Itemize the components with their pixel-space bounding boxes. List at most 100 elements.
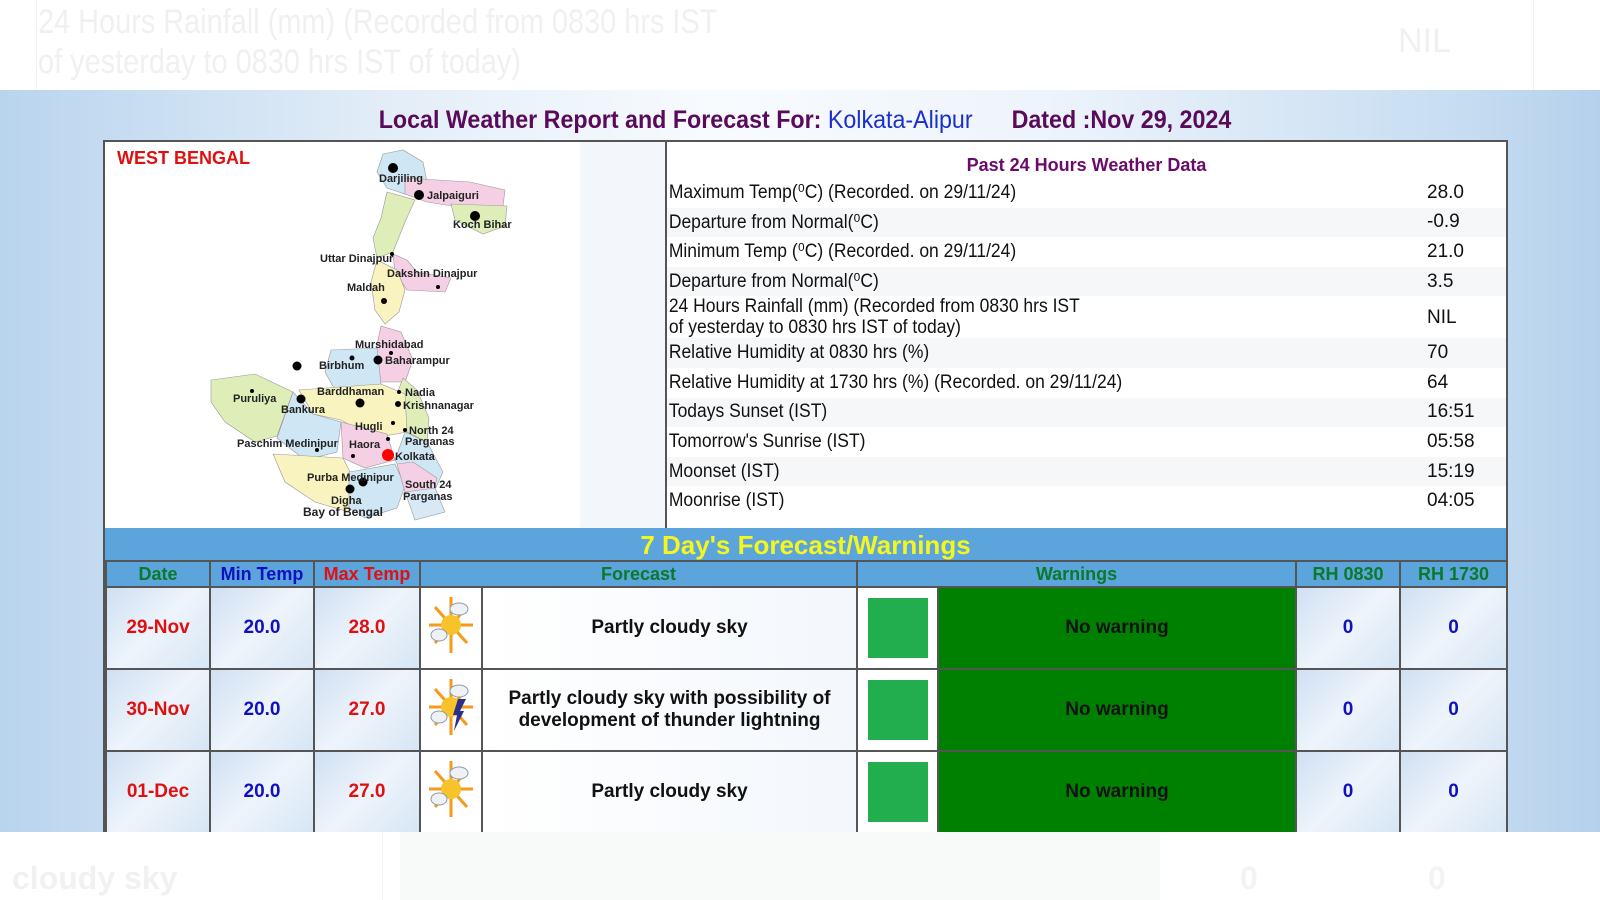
forecast-min-temp: 20.0 xyxy=(209,668,315,752)
forecast-table: Date Min Temp Max Temp Forecast Warnings… xyxy=(105,562,1509,834)
faded-top-overlay: 24 Hours Rainfall (mm) (Recorded from 08… xyxy=(0,0,1600,90)
map-label: Dakshin Dinajpur xyxy=(387,268,478,280)
map-label: Bay of Bengal xyxy=(303,505,383,519)
map-label: Maldah xyxy=(347,282,385,294)
past-24-rows: Maximum Temp(⁰C) (Recorded. on 29/11/24)… xyxy=(667,178,1506,516)
row-label: Moonrise (IST) xyxy=(668,490,785,512)
map-label: Uttar Dinajpur xyxy=(320,253,394,265)
row-value: 70 xyxy=(1427,342,1449,364)
warning-color-box xyxy=(867,598,928,658)
row-label: Todays Sunset (IST) xyxy=(668,401,828,423)
data-row: Moonrise (IST) 04:05 xyxy=(667,486,1506,516)
map-title: WEST BENGAL xyxy=(117,148,250,168)
warning-color-box xyxy=(867,762,928,822)
data-row: Tomorrow's Sunrise (IST) 05:58 xyxy=(667,427,1506,457)
row-label: Maximum Temp(⁰C) (Recorded. on 29/11/24) xyxy=(668,182,1017,204)
map-label: Kolkata xyxy=(395,451,436,463)
map-label: Parganas xyxy=(403,491,453,503)
kolkata-marker xyxy=(382,449,394,461)
faded-forecast-text: cloudy sky xyxy=(12,860,178,896)
map-label: Parganas xyxy=(405,436,455,448)
row-label: Minimum Temp (⁰C) (Recorded. on 29/11/24… xyxy=(668,241,1017,263)
past-24-hours-data: Past 24 Hours Weather Data Maximum Temp(… xyxy=(667,142,1506,528)
warning-swatch xyxy=(856,586,940,670)
row-value: 3.5 xyxy=(1427,270,1454,292)
forecast-max-temp: 27.0 xyxy=(313,668,421,752)
forecast-row: 29-Nov 20.0 28.0 Partly cloudy sky No wa… xyxy=(105,586,1509,670)
col-rh0830: RH 0830 xyxy=(1295,562,1402,588)
col-rh1730: RH 1730 xyxy=(1399,562,1509,588)
forecast-title: 7 Day's Forecast/Warnings xyxy=(105,528,1506,562)
forecast-section: 7 Day's Forecast/Warnings Date Min Temp … xyxy=(103,528,1509,836)
row-label: Relative Humidity at 1730 hrs (%) (Recor… xyxy=(668,371,1123,393)
map-label: Krishnanagar xyxy=(403,400,475,412)
station-name: Kolkata-Alipur xyxy=(827,106,973,134)
map-label: Hugli xyxy=(355,421,383,433)
west-bengal-map: WEST BENGAL Darjiling Jalpaiguri Koch Bi… xyxy=(105,142,667,528)
forecast-text: Partly cloudy sky with possibility of de… xyxy=(480,668,859,752)
row-label: Departure from Normal(⁰C) xyxy=(668,271,879,293)
map-label: Bankura xyxy=(281,404,326,416)
col-max-temp: Max Temp xyxy=(313,562,421,588)
map-label: Murshidabad xyxy=(355,339,423,351)
row-value: 04:05 xyxy=(1427,490,1475,512)
data-row: Departure from Normal(⁰C) 3.5 xyxy=(667,266,1506,297)
faded-rainfall-value: NIL xyxy=(1398,22,1451,60)
forecast-date: 29-Nov xyxy=(105,586,211,670)
faded-line-1: 24 Hours Rainfall (mm) (Recorded from 08… xyxy=(38,3,718,41)
rh-0830: 0 xyxy=(1295,750,1402,834)
map-label: South 24 xyxy=(405,479,452,491)
row-value: 21.0 xyxy=(1427,240,1464,262)
row-label: Departure from Normal(⁰C) xyxy=(668,211,879,233)
row-value: 64 xyxy=(1427,371,1449,393)
faded-bottom-overlay: cloudy sky 0 0 xyxy=(0,832,1600,900)
rh-1730: 0 xyxy=(1399,668,1509,752)
forecast-date: 01-Dec xyxy=(105,750,211,834)
map-label: Puruliya xyxy=(233,393,277,405)
map-label: Koch Bihar xyxy=(453,219,512,231)
forecast-row: 01-Dec 20.0 27.0 Partly cloudy sky No wa… xyxy=(105,750,1509,834)
row-label: Moonset (IST) xyxy=(668,460,780,482)
rh-1730: 0 xyxy=(1399,586,1509,670)
warning-text: No warning xyxy=(937,668,1298,752)
report-date: Dated :Nov 29, 2024 xyxy=(1011,106,1232,134)
faded-rh-value: 0 xyxy=(1428,860,1446,896)
row-label: 24 Hours Rainfall (mm) (Recorded from 08… xyxy=(667,296,1366,338)
row-value: 05:58 xyxy=(1427,430,1475,452)
partly-cloudy-icon xyxy=(419,750,483,834)
warning-swatch xyxy=(856,668,940,752)
rh-0830: 0 xyxy=(1295,586,1402,670)
row-value: NIL xyxy=(1427,306,1457,328)
data-row: 24 Hours Rainfall (mm) (Recorded from 08… xyxy=(667,296,1506,339)
warning-swatch xyxy=(856,750,940,834)
row-value: -0.9 xyxy=(1427,211,1460,233)
map-label: Darjiling xyxy=(379,173,423,185)
forecast-text: Partly cloudy sky xyxy=(480,586,859,670)
row-value: 16:51 xyxy=(1427,401,1475,423)
warning-text: No warning xyxy=(937,750,1298,834)
report-table: WEST BENGAL Darjiling Jalpaiguri Koch Bi… xyxy=(103,140,1508,530)
faded-line-2: of yesterday to 0830 hrs IST of today) xyxy=(38,43,522,81)
map-label: Baharampur xyxy=(385,355,451,367)
forecast-date: 30-Nov xyxy=(105,668,211,752)
forecast-text: Partly cloudy sky xyxy=(480,750,859,834)
data-row: Todays Sunset (IST) 16:51 xyxy=(667,397,1506,428)
row-label-line1: 24 Hours Rainfall (mm) (Recorded from 08… xyxy=(668,296,1080,318)
faded-rainfall-label: 24 Hours Rainfall (mm) (Recorded from 08… xyxy=(38,2,717,82)
row-value: 28.0 xyxy=(1427,181,1464,203)
partly-cloudy-icon xyxy=(419,586,483,670)
row-value: 15:19 xyxy=(1427,460,1475,482)
map-label: Barddhaman xyxy=(317,386,385,398)
weather-report-panel: Local Weather Report and Forecast For: K… xyxy=(0,90,1600,836)
rh-0830: 0 xyxy=(1295,668,1402,752)
col-forecast: Forecast xyxy=(418,562,859,588)
data-row: Moonset (IST) 15:19 xyxy=(667,456,1506,487)
rh-1730: 0 xyxy=(1399,750,1509,834)
row-label: Relative Humidity at 0830 hrs (%) xyxy=(668,342,930,364)
map-label: Jalpaiguri xyxy=(427,190,479,202)
data-row: Relative Humidity at 1730 hrs (%) (Recor… xyxy=(667,367,1506,398)
warning-color-box xyxy=(867,680,928,740)
row-label: Tomorrow's Sunrise (IST) xyxy=(668,430,866,452)
map-label: Nadia xyxy=(405,387,436,399)
data-row: Maximum Temp(⁰C) (Recorded. on 29/11/24)… xyxy=(667,178,1506,208)
